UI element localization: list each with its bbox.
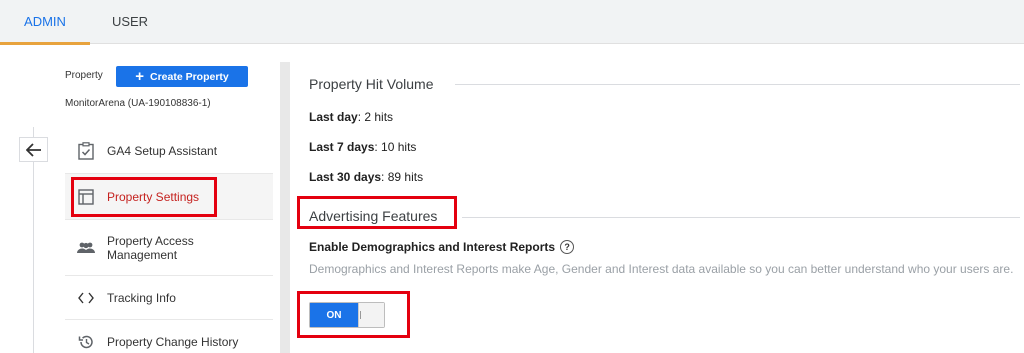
arrow-left-icon xyxy=(25,142,41,157)
column-divider xyxy=(280,62,290,353)
demographics-toggle[interactable]: ON xyxy=(309,302,385,328)
people-icon xyxy=(65,242,107,254)
clipboard-check-icon xyxy=(65,141,107,160)
help-icon[interactable]: ? xyxy=(560,240,575,254)
top-tab-bar: ADMIN USER xyxy=(0,0,1024,45)
plus-icon: + xyxy=(135,68,144,85)
code-brackets-icon xyxy=(65,292,107,304)
section-divider xyxy=(455,84,1020,85)
highlight-property-settings xyxy=(71,177,217,217)
toggle-knob[interactable] xyxy=(358,303,384,327)
nav-item-ga4-setup-assistant[interactable]: GA4 Setup Assistant xyxy=(65,128,273,174)
nav-item-label: Property Change History xyxy=(107,335,239,349)
back-button[interactable] xyxy=(19,137,48,162)
nav-item-label: Property Access Management xyxy=(107,233,194,262)
create-property-button[interactable]: + Create Property xyxy=(116,66,248,87)
stat-last-day: Last day: 2 hits xyxy=(309,110,394,124)
highlight-advertising-features xyxy=(297,196,457,229)
enable-demographics-label: Enable Demographics and Interest Reports… xyxy=(309,240,575,254)
property-settings-content: Property Hit Volume Last day: 2 hits Las… xyxy=(290,45,1024,353)
stat-last-30-days: Last 30 days: 89 hits xyxy=(309,170,424,184)
nav-item-label: Tracking Info xyxy=(107,290,176,305)
property-label: Property xyxy=(65,70,103,81)
nav-item-property-change-history[interactable]: Property Change History xyxy=(65,320,273,353)
history-icon xyxy=(65,334,107,350)
nav-item-tracking-info[interactable]: Tracking Info xyxy=(65,276,273,320)
create-property-label: Create Property xyxy=(149,70,229,83)
toggle-on-label: ON xyxy=(310,303,358,327)
nav-item-property-access-management[interactable]: Property Access Management xyxy=(65,220,273,276)
demographics-description: Demographics and Interest Reports make A… xyxy=(309,262,1014,276)
tab-user[interactable]: USER xyxy=(100,0,160,44)
stat-last-7-days: Last 7 days: 10 hits xyxy=(309,140,417,154)
tab-admin[interactable]: ADMIN xyxy=(0,0,90,45)
hit-volume-title: Property Hit Volume xyxy=(309,76,434,92)
nav-item-label: GA4 Setup Assistant xyxy=(107,143,218,158)
property-selector[interactable]: MonitorArena (UA-190108836-1) xyxy=(65,98,211,109)
section-divider xyxy=(462,217,1020,218)
